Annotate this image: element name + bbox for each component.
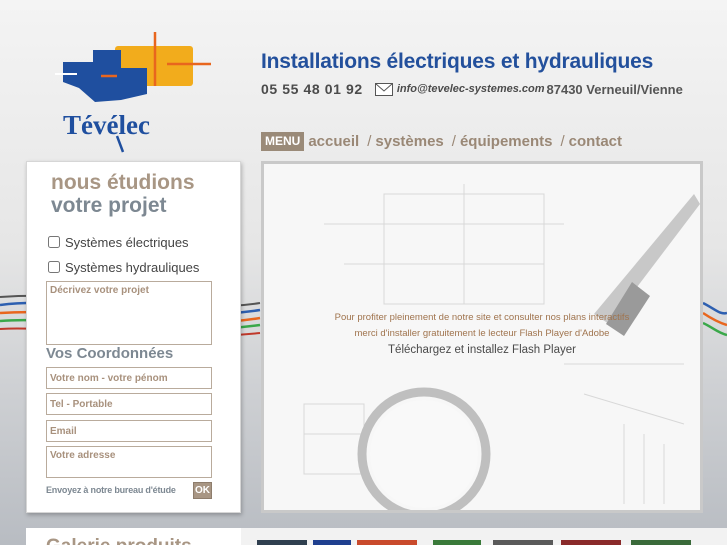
gallery-title: Galerie produits — [46, 536, 192, 545]
email-link[interactable]: info@tevelec-systemes.com — [397, 83, 545, 95]
brand-logo[interactable] — [257, 540, 307, 545]
brand-logo[interactable] — [493, 540, 553, 545]
form-title-line1: nous étudions — [51, 171, 195, 194]
project-description-input[interactable] — [46, 281, 212, 345]
nav-contact[interactable]: contact — [569, 133, 622, 150]
form-title-line2: votre projet — [51, 194, 167, 217]
contact-line: 05 55 48 01 92 info@tevelec-systemes.com… — [261, 80, 683, 98]
phone-number: 05 55 48 01 92 — [261, 81, 363, 97]
brand-logo[interactable] — [357, 540, 417, 545]
city-address: 87430 Verneuil/Vienne — [546, 81, 683, 97]
option-hydraulique-row[interactable]: Systèmes hydrauliques — [48, 259, 199, 275]
project-form-panel: nous étudions votre projet Systèmes élec… — [26, 161, 241, 513]
gallery-panel: Galerie produits — [26, 528, 241, 545]
menu-badge: MENU — [261, 132, 305, 151]
flash-message-line1: Pour profiter pleinement de notre site e… — [334, 312, 630, 323]
brand-logo[interactable] — [313, 540, 351, 545]
nav-separator: / — [560, 133, 565, 150]
option-electrique-label: Systèmes électriques — [65, 234, 189, 250]
phone-input[interactable] — [46, 393, 212, 415]
option-hydraulique-label: Systèmes hydrauliques — [65, 259, 200, 275]
flash-download-link[interactable]: Téléchargez et installez Flash Player — [264, 344, 700, 356]
coords-title: Vos Coordonnées — [46, 345, 174, 362]
address-input[interactable] — [46, 446, 212, 478]
option-hydraulique-checkbox[interactable] — [48, 261, 60, 273]
brand-logo[interactable] — [433, 540, 481, 545]
site-title: Installations électriques et hydraulique… — [261, 50, 654, 73]
email-input[interactable] — [46, 420, 212, 442]
option-electrique-checkbox[interactable] — [48, 236, 60, 248]
main-nav: MENU accueil / systèmes / équipements / … — [261, 132, 622, 151]
tevelec-logo[interactable]: Tévélec — [55, 28, 215, 153]
flash-message-line2: merci d'installer gratuitement le lecteu… — [354, 328, 610, 339]
ok-button[interactable]: OK — [193, 482, 212, 499]
name-input[interactable] — [46, 367, 212, 389]
logo-text: Tévélec — [63, 110, 150, 140]
envelope-icon[interactable] — [374, 82, 393, 96]
nav-equipements[interactable]: équipements — [460, 133, 553, 150]
option-electrique-row[interactable]: Systèmes électriques — [48, 234, 189, 250]
brand-logo[interactable] — [561, 540, 621, 545]
brand-logos-strip — [241, 528, 727, 545]
flash-content-area: Pour profiter pleinement de notre site e… — [261, 161, 703, 513]
nav-separator: / — [451, 133, 456, 150]
nav-systemes[interactable]: systèmes — [375, 133, 443, 150]
nav-accueil[interactable]: accueil — [308, 133, 359, 150]
send-label: Envoyez à notre bureau d'étude — [46, 485, 176, 495]
nav-separator: / — [367, 133, 372, 150]
brand-logo[interactable] — [631, 540, 691, 545]
